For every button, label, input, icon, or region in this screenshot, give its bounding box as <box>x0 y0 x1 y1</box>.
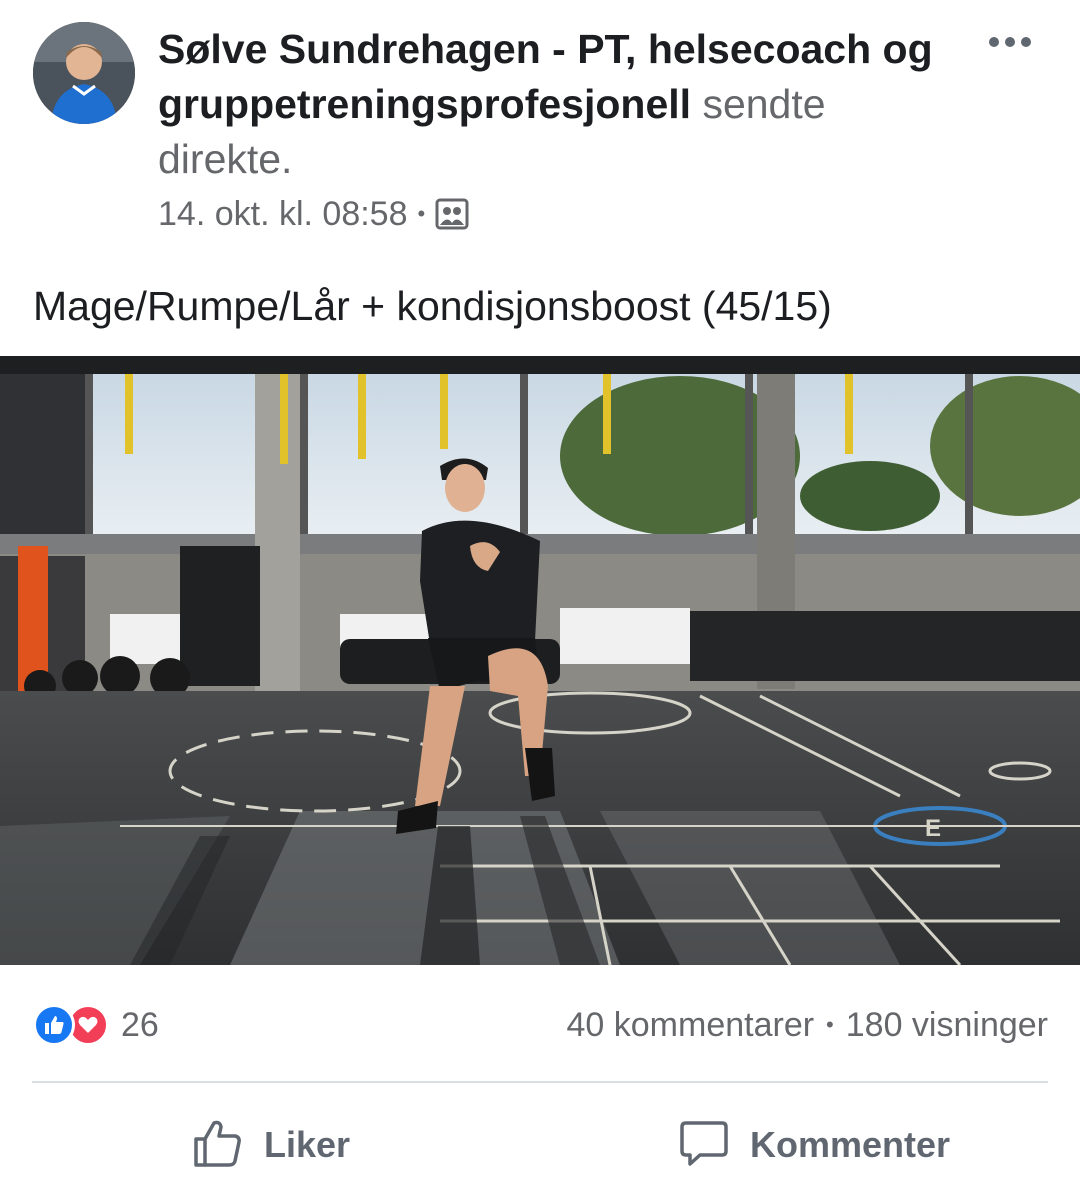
post-header: Sølve Sundrehagen - PT, helsecoach og gr… <box>0 0 1080 250</box>
more-options-button[interactable] <box>980 22 1040 62</box>
views-count: 180 visninger <box>845 1005 1048 1044</box>
live-video-player[interactable]: E <box>0 356 1080 965</box>
more-dot-icon <box>1021 37 1031 47</box>
meta-separator: • <box>417 201 426 226</box>
more-dot-icon <box>1005 37 1015 47</box>
comment-button[interactable]: Kommenter <box>678 1110 950 1180</box>
comment-button-label: Kommenter <box>750 1124 951 1165</box>
more-dot-icon <box>989 37 999 47</box>
reactions-count: 26 <box>121 1005 159 1044</box>
post-text: Mage/Rumpe/Lår + kondisjonsboost (45/15) <box>33 283 832 329</box>
engagement-counts: 40 kommentarer • 180 visninger <box>567 1004 1049 1046</box>
post-stats: 26 40 kommentarer • 180 visninger <box>0 990 1080 1060</box>
post-actions: Liker Kommenter <box>0 1100 1080 1190</box>
comments-count[interactable]: 40 kommentarer <box>567 1006 815 1045</box>
like-button[interactable]: Liker <box>192 1110 350 1180</box>
like-reaction-icon <box>33 1004 75 1046</box>
author-avatar[interactable] <box>33 22 135 124</box>
like-button-label: Liker <box>264 1124 351 1165</box>
actions-divider <box>32 1081 1048 1083</box>
comment-bubble-icon <box>678 1117 730 1174</box>
post-timestamp[interactable]: 14. okt. kl. 08:58 <box>158 195 408 234</box>
counts-separator: • <box>826 1012 834 1037</box>
svg-text:E: E <box>925 815 941 842</box>
thumbs-up-icon <box>192 1117 244 1174</box>
group-audience-icon <box>435 197 469 231</box>
author-heading: Sølve Sundrehagen - PT, helsecoach og gr… <box>158 22 958 187</box>
reactions-summary[interactable]: 26 <box>33 1004 159 1046</box>
post-meta: 14. okt. kl. 08:58 • <box>158 192 469 236</box>
